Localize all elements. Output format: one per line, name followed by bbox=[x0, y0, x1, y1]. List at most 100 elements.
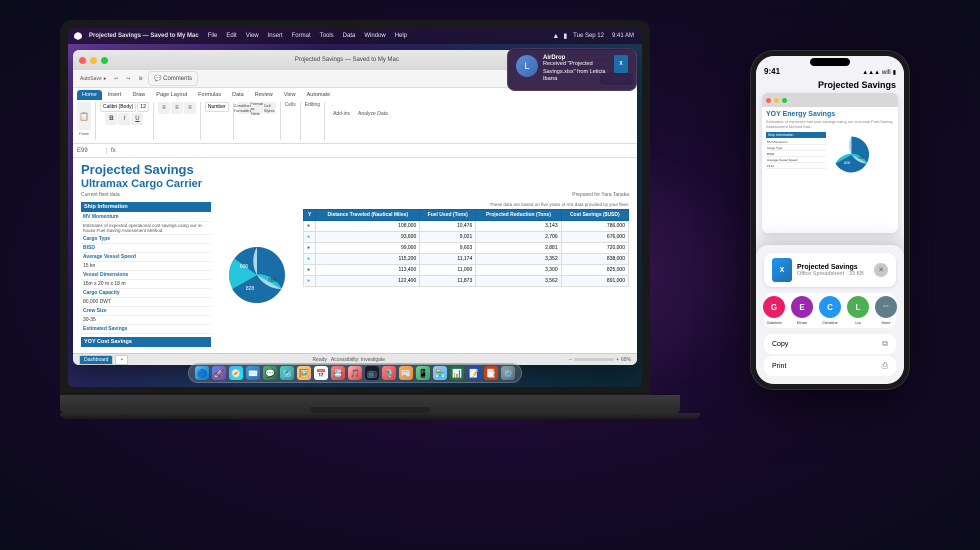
table-row: ● 113,400 11,000 3,300 825,000 bbox=[304, 264, 629, 275]
dock-icon-mail[interactable]: ✉️ bbox=[246, 366, 260, 380]
menubar-format[interactable]: Format bbox=[290, 33, 313, 39]
align-center-button[interactable]: ≡ bbox=[171, 102, 183, 114]
sheet-tab-add[interactable]: + bbox=[115, 355, 128, 365]
font-family-dropdown[interactable]: Calibri (Body) bbox=[100, 102, 136, 112]
airdrop-close-button[interactable]: ✕ bbox=[874, 263, 888, 277]
ship-name-label: MV Momentum bbox=[83, 214, 148, 220]
menubar-right: ▲ ▮ Tue Sep 12 9:41 AM bbox=[552, 32, 636, 40]
dock-icon-messages[interactable]: 💬 bbox=[263, 366, 277, 380]
name-box[interactable]: E99 bbox=[77, 148, 107, 154]
undo-button[interactable]: ↩ bbox=[111, 75, 121, 83]
align-right-button[interactable]: ≡ bbox=[184, 102, 196, 114]
dock-icon-photos[interactable]: 🖼️ bbox=[297, 366, 311, 380]
dock-icon-tv[interactable]: 📺 bbox=[365, 366, 379, 380]
tab-page-layout[interactable]: Page Layout bbox=[151, 90, 192, 100]
tab-draw[interactable]: Draw bbox=[127, 90, 150, 100]
cargo-type-label: Cargo Type bbox=[83, 236, 148, 242]
tab-review[interactable]: Review bbox=[250, 90, 278, 100]
iphone-excel-preview[interactable]: YOY Energy Savings Estimates of expected… bbox=[762, 93, 898, 233]
close-button[interactable] bbox=[79, 57, 86, 64]
tab-data[interactable]: Data bbox=[227, 90, 249, 100]
tab-formulas[interactable]: Formulas bbox=[193, 90, 226, 100]
iphone-close-btn[interactable] bbox=[766, 98, 771, 103]
ss-left-panel: Ship Information MV Momentum Estimates o… bbox=[81, 202, 211, 348]
zoom-out-button[interactable]: − bbox=[569, 357, 572, 363]
dock-icon-podcasts[interactable]: 🎙️ bbox=[382, 366, 396, 380]
minimize-button[interactable] bbox=[90, 57, 97, 64]
dock-icon-facetime[interactable]: 📱 bbox=[416, 366, 430, 380]
tab-view[interactable]: View bbox=[279, 90, 301, 100]
dock-icon-launchpad[interactable]: 🚀 bbox=[212, 366, 226, 380]
dock-icon-settings[interactable]: ⚙️ bbox=[501, 366, 515, 380]
menubar-tools[interactable]: Tools bbox=[318, 33, 336, 39]
cell-fuel: 11,873 bbox=[420, 275, 476, 286]
airdrop-contact-gabriela[interactable]: G Gabriela bbox=[763, 296, 785, 325]
col-savings: Cost Savings ($USD) bbox=[561, 209, 628, 220]
cell-savings: 676,000 bbox=[561, 231, 628, 242]
menubar-datetime: Tue Sep 12 bbox=[571, 33, 606, 39]
paste-button[interactable]: 📋 bbox=[77, 102, 91, 130]
menubar-data[interactable]: Data bbox=[341, 33, 358, 39]
menubar-window[interactable]: Window bbox=[362, 33, 387, 39]
crew-size-value: 30-35 bbox=[83, 317, 96, 323]
comments-button[interactable]: 💬 Comments bbox=[148, 71, 198, 86]
italic-button[interactable]: I bbox=[118, 113, 130, 125]
dock-icon-powerpoint[interactable]: 📑 bbox=[484, 366, 498, 380]
tab-automate[interactable]: Automate bbox=[302, 90, 336, 100]
print-button[interactable]: Print ⎙ bbox=[764, 356, 896, 376]
menubar-edit[interactable]: Edit bbox=[224, 33, 238, 39]
number-format-dropdown[interactable]: Number bbox=[205, 102, 229, 112]
zoom-in-button[interactable]: + bbox=[616, 357, 619, 363]
zoom-slider[interactable] bbox=[574, 358, 614, 361]
font-size-dropdown[interactable]: 12 bbox=[137, 102, 149, 112]
font-controls: Calibri (Body) 12 bbox=[100, 102, 149, 112]
iphone-ss-subtitle: Estimates of expected fuel cost savings … bbox=[766, 119, 894, 129]
align-left-button[interactable]: ≡ bbox=[158, 102, 170, 114]
dock-icon-word[interactable]: 📝 bbox=[467, 366, 481, 380]
copy-button[interactable]: Copy ⧉ bbox=[764, 334, 896, 354]
airdrop-contact-christine[interactable]: C Christine bbox=[819, 296, 841, 325]
airdrop-contact-more[interactable]: ··· More bbox=[875, 296, 897, 325]
airdrop-notification[interactable]: L AirDrop Received "Projected Savings.xl… bbox=[507, 48, 637, 91]
status-info: Ready Accessibility: Investigate bbox=[312, 357, 385, 363]
cell-fuel: 10,476 bbox=[420, 220, 476, 231]
dock-icon-appstore[interactable]: 🏪 bbox=[433, 366, 447, 380]
cell-reduction: 3,352 bbox=[476, 253, 561, 264]
tab-insert[interactable]: Insert bbox=[103, 90, 127, 100]
menubar-help[interactable]: Help bbox=[393, 33, 409, 39]
table-header-row: Y Distance Traveled (Nautical Miles) Fue… bbox=[304, 209, 629, 220]
ribbon-editing-group: Editing bbox=[305, 102, 325, 140]
vessel-speed-label: Average Vessel Speed bbox=[83, 254, 148, 260]
row-marker: ● bbox=[304, 275, 316, 286]
underline-button[interactable]: U bbox=[131, 113, 143, 125]
tab-home[interactable]: Home bbox=[77, 90, 102, 100]
bold-button[interactable]: B bbox=[105, 113, 117, 125]
redo-button[interactable]: ↪ bbox=[123, 75, 133, 83]
dock-icon-music[interactable]: 🎵 bbox=[348, 366, 362, 380]
iphone-pie-chart: 606 828 786 bbox=[829, 132, 874, 177]
dock-icon-excel[interactable]: 📊 bbox=[450, 366, 464, 380]
cargo-cap-row: Cargo Capacity bbox=[81, 289, 211, 298]
quick-access[interactable]: ⚙ bbox=[136, 75, 146, 83]
contact-avatar-more: ··· bbox=[875, 296, 897, 318]
cell-styles-button[interactable]: Cell Styles bbox=[264, 102, 276, 114]
dock-icon-finder[interactable]: 🔵 bbox=[195, 366, 209, 380]
pie-label-1: 606 bbox=[240, 264, 249, 270]
menubar-file[interactable]: File bbox=[206, 33, 220, 39]
format-table-button[interactable]: Format as Table bbox=[251, 102, 263, 114]
dock-icon-safari[interactable]: 🧭 bbox=[229, 366, 243, 380]
dock-icon-maps[interactable]: 🗺️ bbox=[280, 366, 294, 380]
airdrop-contact-lia[interactable]: L Lia bbox=[847, 296, 869, 325]
maximize-button[interactable] bbox=[101, 57, 108, 64]
dock-icon-contacts[interactable]: 📇 bbox=[331, 366, 345, 380]
menubar-insert[interactable]: Insert bbox=[266, 33, 285, 39]
airdrop-contact-ethan[interactable]: E Ethan bbox=[791, 296, 813, 325]
dock-icon-calendar[interactable]: 📅 bbox=[314, 366, 328, 380]
prepared-for: Prepared for Yara Tanaka bbox=[572, 192, 629, 198]
iphone-minimize-btn[interactable] bbox=[774, 98, 779, 103]
menubar-view[interactable]: View bbox=[244, 33, 261, 39]
iphone-maximize-btn[interactable] bbox=[782, 98, 787, 103]
dock-icon-news[interactable]: 📰 bbox=[399, 366, 413, 380]
conditional-format-button[interactable]: Conditional Formatting bbox=[238, 102, 250, 114]
sheet-tab-dashboard[interactable]: Dashboard bbox=[79, 355, 113, 365]
